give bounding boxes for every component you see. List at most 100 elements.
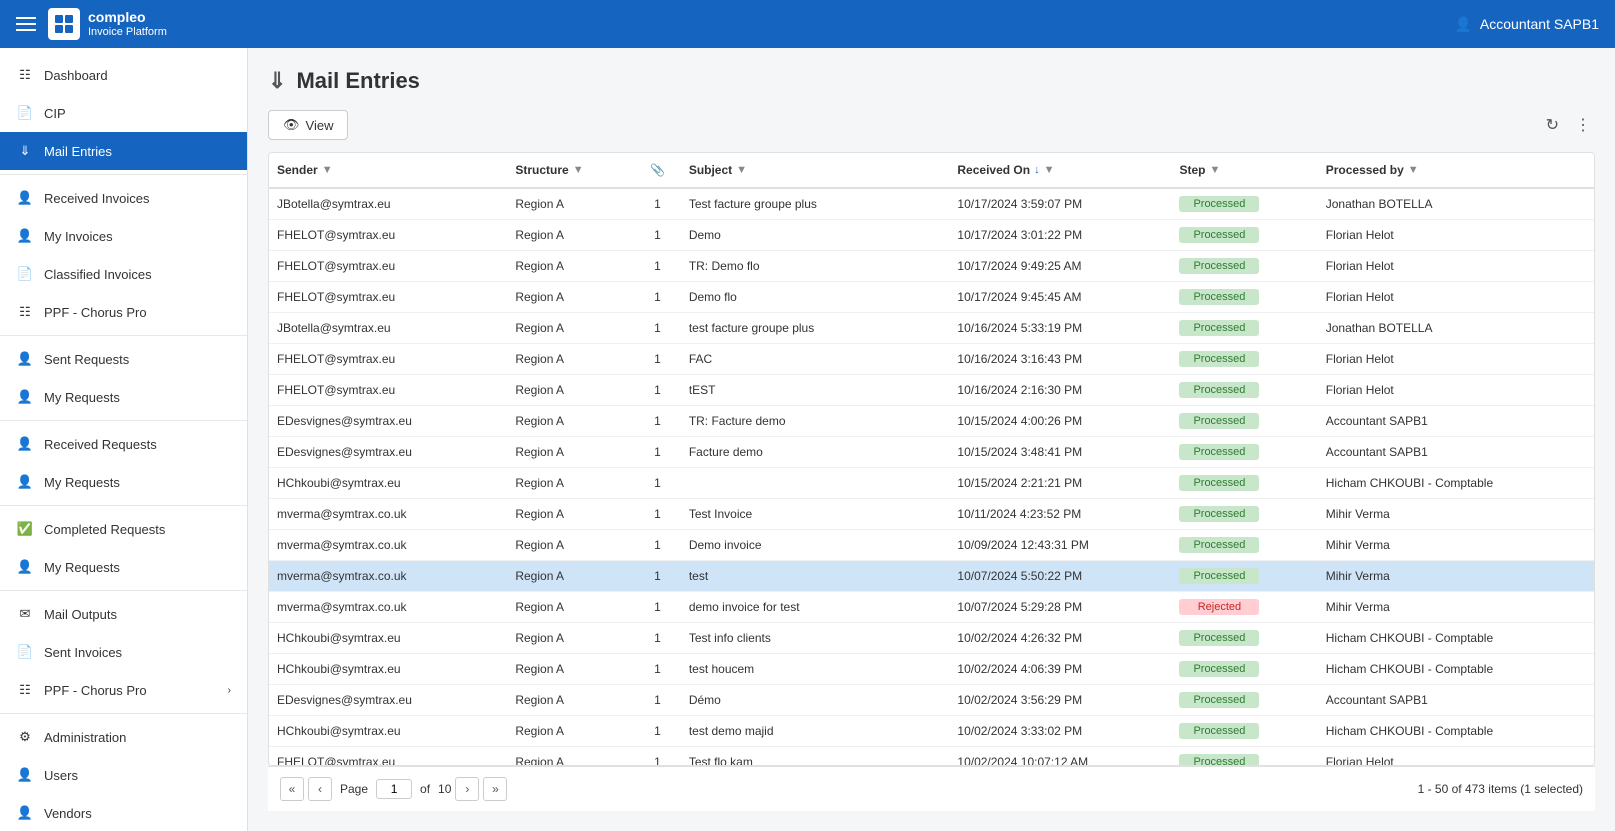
cell-step: Processed: [1171, 220, 1317, 251]
sidebar-item-dashboard[interactable]: ☷Dashboard: [0, 56, 247, 94]
first-page-button[interactable]: «: [280, 777, 304, 801]
sidebar-item-sent-invoices[interactable]: 📄Sent Invoices: [0, 633, 247, 671]
sidebar-item-ppf-chorus-pro-1[interactable]: ☷PPF - Chorus Pro: [0, 293, 247, 331]
cell-attachment: 1: [634, 561, 681, 592]
table-row[interactable]: mverma@symtrax.co.ukRegion A1Demo invoic…: [269, 530, 1594, 561]
table-row[interactable]: FHELOT@symtrax.euRegion A1Demo flo10/17/…: [269, 282, 1594, 313]
sidebar-item-my-requests-1[interactable]: 👤My Requests: [0, 378, 247, 416]
table-row[interactable]: EDesvignes@symtrax.euRegion A1Facture de…: [269, 437, 1594, 468]
sidebar-item-vendors[interactable]: 👤Vendors: [0, 794, 247, 831]
cell-structure: Region A: [507, 251, 634, 282]
table-row[interactable]: HChkoubi@symtrax.euRegion A1test houcem1…: [269, 654, 1594, 685]
status-badge: Processed: [1179, 630, 1259, 646]
table-row[interactable]: JBotella@symtrax.euRegion A1Test facture…: [269, 188, 1594, 220]
step-filter-icon[interactable]: ▼: [1209, 164, 1220, 176]
sidebar-item-mail-entries[interactable]: ⇓Mail Entries: [0, 132, 247, 170]
sender-filter-icon[interactable]: ▼: [322, 164, 333, 176]
sidebar-item-ppf-chorus-pro-2-label: PPF - Chorus Pro: [44, 683, 218, 698]
cell-sender: mverma@symtrax.co.uk: [269, 530, 507, 561]
table-row[interactable]: EDesvignes@symtrax.euRegion A1TR: Factur…: [269, 406, 1594, 437]
subject-filter-icon[interactable]: ▼: [736, 164, 747, 176]
cell-processed_by: Mihir Verma: [1318, 561, 1594, 592]
cell-sender: EDesvignes@symtrax.eu: [269, 685, 507, 716]
last-page-button[interactable]: »: [483, 777, 507, 801]
sidebar-item-users[interactable]: 👤Users: [0, 756, 247, 794]
cell-sender: mverma@symtrax.co.uk: [269, 561, 507, 592]
cell-attachment: 1: [634, 623, 681, 654]
cell-received_on: 10/17/2024 9:49:25 AM: [949, 251, 1171, 282]
cell-attachment: 1: [634, 251, 681, 282]
table-row[interactable]: HChkoubi@symtrax.euRegion A1Test info cl…: [269, 623, 1594, 654]
sidebar-item-mail-outputs[interactable]: ✉Mail Outputs: [0, 595, 247, 633]
cell-attachment: 1: [634, 716, 681, 747]
table-row[interactable]: mverma@symtrax.co.ukRegion A1test10/07/2…: [269, 561, 1594, 592]
col-structure-label: Structure: [515, 163, 568, 177]
sidebar-item-sent-requests[interactable]: 👤Sent Requests: [0, 340, 247, 378]
cell-structure: Region A: [507, 499, 634, 530]
cell-attachment: 1: [634, 685, 681, 716]
sidebar-item-my-requests-3[interactable]: 👤My Requests: [0, 548, 247, 586]
toolbar: 👁 View ↻ ⋮: [268, 110, 1595, 140]
table-row[interactable]: JBotella@symtrax.euRegion A1test facture…: [269, 313, 1594, 344]
cell-subject: [681, 468, 950, 499]
toolbar-right: ↻ ⋮: [1542, 111, 1595, 139]
table-row[interactable]: FHELOT@symtrax.euRegion A1FAC10/16/2024 …: [269, 344, 1594, 375]
view-button[interactable]: 👁 View: [268, 110, 348, 140]
cell-processed_by: Florian Helot: [1318, 747, 1594, 767]
cell-received_on: 10/02/2024 4:26:32 PM: [949, 623, 1171, 654]
cell-subject: Facture demo: [681, 437, 950, 468]
page-number-input[interactable]: [376, 779, 412, 799]
sidebar-item-administration[interactable]: ⚙Administration: [0, 718, 247, 756]
cell-attachment: 1: [634, 530, 681, 561]
sidebar-item-classified-invoices[interactable]: 📄Classified Invoices: [0, 255, 247, 293]
cell-structure: Region A: [507, 437, 634, 468]
main-layout: ☷Dashboard📄CIP⇓Mail Entries 👤Received Inv…: [0, 48, 1615, 831]
sidebar-item-ppf-chorus-pro-1-label: PPF - Chorus Pro: [44, 305, 231, 320]
cell-attachment: 1: [634, 654, 681, 685]
table-row[interactable]: HChkoubi@symtrax.euRegion A1test demo ma…: [269, 716, 1594, 747]
cell-subject: test houcem: [681, 654, 950, 685]
sidebar-item-my-requests-2[interactable]: 👤My Requests: [0, 463, 247, 501]
cell-subject: Test Invoice: [681, 499, 950, 530]
sidebar-item-cip[interactable]: 📄CIP: [0, 94, 247, 132]
cell-structure: Region A: [507, 623, 634, 654]
status-badge: Processed: [1179, 196, 1259, 212]
received-on-sort-icon[interactable]: ↓: [1034, 164, 1040, 176]
sidebar-item-administration-label: Administration: [44, 730, 231, 745]
classified-invoices-icon: 📄: [16, 265, 34, 283]
prev-page-button[interactable]: ‹: [308, 777, 332, 801]
sidebar-item-ppf-chorus-pro-2[interactable]: ☷PPF - Chorus Pro›: [0, 671, 247, 709]
sidebar-item-received-requests-label: Received Requests: [44, 437, 231, 452]
status-badge: Processed: [1179, 351, 1259, 367]
cell-step: Processed: [1171, 685, 1317, 716]
more-options-button[interactable]: ⋮: [1571, 111, 1595, 139]
cell-structure: Region A: [507, 685, 634, 716]
cell-attachment: 1: [634, 592, 681, 623]
processed-by-filter-icon[interactable]: ▼: [1408, 164, 1419, 176]
table-row[interactable]: FHELOT@symtrax.euRegion A1Demo10/17/2024…: [269, 220, 1594, 251]
topbar: compleoInvoice Platform 👤 Accountant SAP…: [0, 0, 1615, 48]
cell-step: Processed: [1171, 468, 1317, 499]
structure-filter-icon[interactable]: ▼: [573, 164, 584, 176]
refresh-button[interactable]: ↻: [1542, 111, 1563, 139]
table-row[interactable]: FHELOT@symtrax.euRegion A1TR: Demo flo10…: [269, 251, 1594, 282]
status-badge: Processed: [1179, 506, 1259, 522]
sidebar-item-my-invoices[interactable]: 👤My Invoices: [0, 217, 247, 255]
received-on-filter-icon[interactable]: ▼: [1044, 164, 1055, 176]
table-row[interactable]: HChkoubi@symtrax.euRegion A110/15/2024 2…: [269, 468, 1594, 499]
table-row[interactable]: mverma@symtrax.co.ukRegion A1demo invoic…: [269, 592, 1594, 623]
sidebar-item-received-invoices[interactable]: 👤Received Invoices: [0, 179, 247, 217]
table-row[interactable]: mverma@symtrax.co.ukRegion A1Test Invoic…: [269, 499, 1594, 530]
table-container: Sender ▼ Structure ▼ 📎: [268, 152, 1595, 766]
table-row[interactable]: EDesvignes@symtrax.euRegion A1Démo10/02/…: [269, 685, 1594, 716]
sidebar-item-received-requests[interactable]: 👤Received Requests: [0, 425, 247, 463]
table-row[interactable]: FHELOT@symtrax.euRegion A1tEST10/16/2024…: [269, 375, 1594, 406]
cell-subject: test: [681, 561, 950, 592]
next-page-button[interactable]: ›: [455, 777, 479, 801]
cell-processed_by: Hicham CHKOUBI - Comptable: [1318, 716, 1594, 747]
sidebar-divider: [0, 174, 247, 175]
page-label: Page: [340, 782, 368, 796]
hamburger-menu[interactable]: [16, 17, 36, 31]
sidebar-item-completed-requests[interactable]: ✅Completed Requests: [0, 510, 247, 548]
table-row[interactable]: FHELOT@symtrax.euRegion A1Test flo kam10…: [269, 747, 1594, 767]
